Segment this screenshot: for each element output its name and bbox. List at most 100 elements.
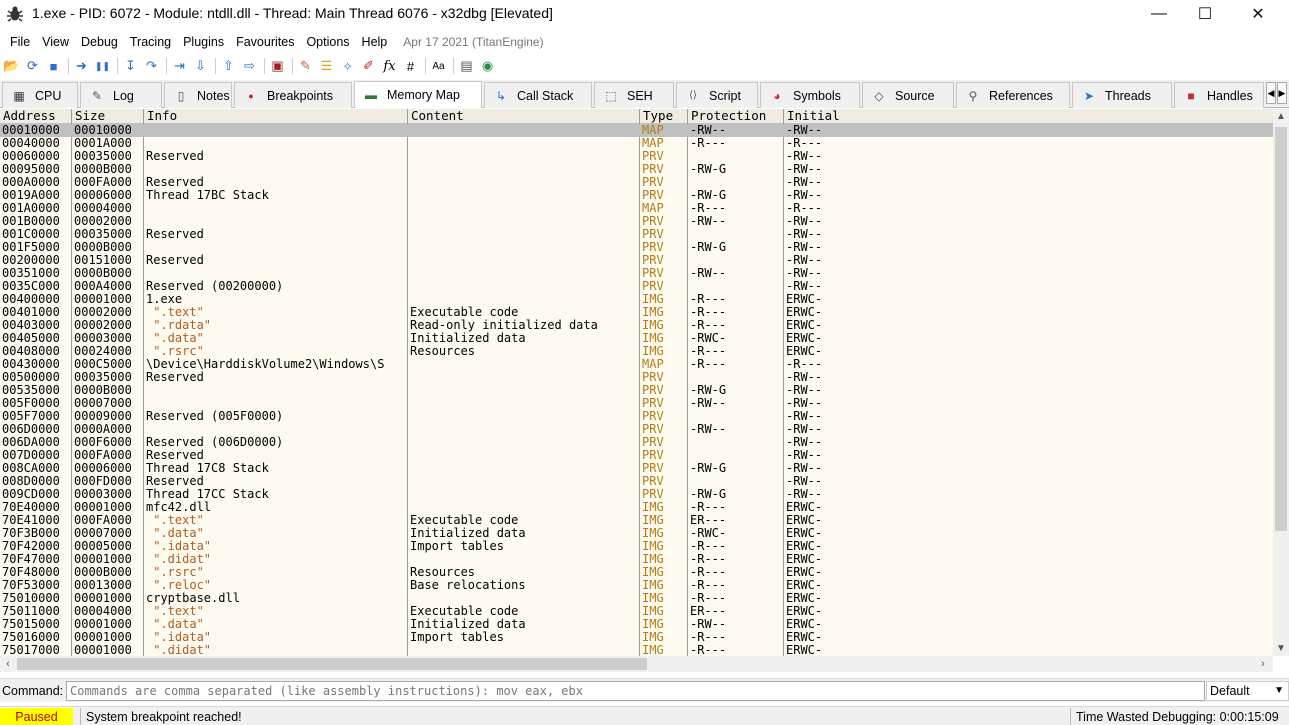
trace-into-icon[interactable]: ⇥	[170, 57, 189, 75]
command-mode-select[interactable]: Default ▼	[1206, 681, 1289, 701]
table-row[interactable]: 00400000 00001000 1.exe IMG -R--- ERWC-	[0, 293, 1273, 306]
trace-over-icon[interactable]: ⇩	[191, 57, 210, 75]
table-row[interactable]: 00405000 00003000 ".data" Initialized data…	[0, 332, 1273, 345]
vertical-scrollbar[interactable]: ▲ ▼	[1273, 109, 1289, 656]
table-row[interactable]: 75015000 00001000 ".data" Initialized data…	[0, 618, 1273, 631]
table-row[interactable]: 70F48000 0000B000 ".rsrc" Resources IMG -R--…	[0, 566, 1273, 579]
tab-threads[interactable]: ➤ Threads	[1072, 82, 1172, 108]
table-row[interactable]: 00408000 00024000 ".rsrc" Resources IMG -R--…	[0, 345, 1273, 358]
minimize-button[interactable]: —	[1136, 0, 1182, 28]
table-row[interactable]: 00095000 0000B000 PRV -RW-G -RW--	[0, 163, 1273, 176]
table-row[interactable]: 008D0000 000FD000 Reserved PRV -RW--	[0, 475, 1273, 488]
table-row[interactable]: 00040000 0001A000 MAP -R--- -R---	[0, 137, 1273, 150]
tab-cpu[interactable]: ▦ CPU	[2, 82, 78, 108]
pause-icon[interactable]: ❚❚	[93, 57, 112, 75]
calculator-icon[interactable]: ▤	[457, 57, 476, 75]
command-input[interactable]: Commands are comma separated (like assem…	[66, 681, 1205, 701]
table-row[interactable]: 70F47000 00001000 ".didat" IMG -R--- ERWC-	[0, 553, 1273, 566]
table-row[interactable]: 70F3B000 00007000 ".data" Initialized data…	[0, 527, 1273, 540]
tab-scroll-right-icon[interactable]: ▶	[1277, 82, 1287, 104]
table-row[interactable]: 00010000 00010000 MAP -RW-- -RW--	[0, 124, 1273, 137]
table-row[interactable]: 005F0000 00007000 PRV -RW-- -RW--	[0, 397, 1273, 410]
table-row[interactable]: 006DA000 000F6000 Reserved (006D0000) PRV -R…	[0, 436, 1273, 449]
table-row[interactable]: 0019A000 00006000 Thread 17BC Stack PRV -RW-…	[0, 189, 1273, 202]
scroll-up-icon[interactable]: ▲	[1273, 109, 1289, 123]
maximize-button[interactable]: ☐	[1182, 0, 1228, 28]
globe-icon[interactable]: ◉	[478, 57, 497, 75]
tab-source[interactable]: ◇ Source	[862, 82, 954, 108]
tab-breakpoints[interactable]: ● Breakpoints	[234, 82, 352, 108]
table-row[interactable]: 007D0000 000FA000 Reserved PRV -RW--	[0, 449, 1273, 462]
font-size-icon[interactable]: Aa	[429, 57, 448, 75]
table-row[interactable]: 70F42000 00005000 ".idata" Import tables IM…	[0, 540, 1273, 553]
menu-plugins[interactable]: Plugins	[177, 35, 230, 49]
tab-symbols[interactable]: ◕ Symbols	[760, 82, 860, 108]
scroll-thumb[interactable]	[17, 658, 647, 670]
column-content[interactable]: Content	[408, 109, 640, 124]
scroll-left-icon[interactable]: ‹	[0, 656, 16, 672]
table-row[interactable]: 00060000 00035000 Reserved PRV -RW--	[0, 150, 1273, 163]
table-row[interactable]: 00200000 00151000 Reserved PRV -RW--	[0, 254, 1273, 267]
run-to-user-code-icon[interactable]: ⇨	[240, 57, 259, 75]
tab-log[interactable]: ✎ Log	[80, 82, 162, 108]
table-row[interactable]: 008CA000 00006000 Thread 17C8 Stack PRV -RW-…	[0, 462, 1273, 475]
tab-seh[interactable]: ⬚ SEH	[594, 82, 674, 108]
menu-tracing[interactable]: Tracing	[124, 35, 177, 49]
patch-icon[interactable]: ✎	[296, 57, 315, 75]
table-row[interactable]: 009CD000 00003000 Thread 17CC Stack PRV -RW-…	[0, 488, 1273, 501]
table-row[interactable]: 001B0000 00002000 PRV -RW-- -RW--	[0, 215, 1273, 228]
step-into-icon[interactable]: ↧	[121, 57, 140, 75]
scroll-down-icon[interactable]: ▼	[1273, 641, 1289, 655]
table-row[interactable]: 001C0000 00035000 Reserved PRV -RW--	[0, 228, 1273, 241]
column-info[interactable]: Info	[144, 109, 408, 124]
tab-scroll-left-icon[interactable]: ◀	[1266, 82, 1276, 104]
menu-help[interactable]: Help	[356, 35, 394, 49]
column-size[interactable]: Size	[72, 109, 144, 124]
table-row[interactable]: 0035C000 000A4000 Reserved (00200000) PRV -R…	[0, 280, 1273, 293]
step-over-icon[interactable]: ↷	[142, 57, 161, 75]
table-row[interactable]: 70E41000 000FA000 ".text" Executable code I…	[0, 514, 1273, 527]
scroll-right-icon[interactable]: ›	[1255, 656, 1271, 672]
tab-memory-map[interactable]: ▬ Memory Map	[354, 81, 482, 108]
tab-notes[interactable]: ▯ Notes	[164, 82, 232, 108]
menu-view[interactable]: View	[36, 35, 75, 49]
column-initial[interactable]: Initial	[784, 109, 1273, 124]
menu-debug[interactable]: Debug	[75, 35, 124, 49]
table-row[interactable]: 000A0000 000FA000 Reserved PRV -RW--	[0, 176, 1273, 189]
comments-icon[interactable]: ☰	[317, 57, 336, 75]
table-row[interactable]: 75017000 00001000 ".didat" IMG -R--- ERWC-	[0, 644, 1273, 656]
table-row[interactable]: 00403000 00002000 ".rdata" Read-only initi…	[0, 319, 1273, 332]
bookmarks-icon[interactable]: ✐	[359, 57, 378, 75]
table-row[interactable]: 001A0000 00004000 MAP -R--- -R---	[0, 202, 1273, 215]
hash-icon[interactable]: #	[401, 57, 420, 75]
horizontal-scrollbar[interactable]: ‹ ›	[0, 656, 1273, 672]
table-row[interactable]: 00430000 000C5000 \Device\HarddiskVolume2\…	[0, 358, 1273, 371]
table-row[interactable]: 006D0000 0000A000 PRV -RW-- -RW--	[0, 423, 1273, 436]
menu-options[interactable]: Options	[300, 35, 355, 49]
table-row[interactable]: 00535000 0000B000 PRV -RW-G -RW--	[0, 384, 1273, 397]
run-icon[interactable]: ➜	[72, 57, 91, 75]
table-row[interactable]: 70F53000 00013000 ".reloc" Base relocation…	[0, 579, 1273, 592]
stop-icon[interactable]: ■	[44, 57, 63, 75]
table-row[interactable]: 75010000 00001000 cryptbase.dll IMG -R--- ERW…	[0, 592, 1273, 605]
tab-call-stack[interactable]: ↳ Call Stack	[484, 82, 592, 108]
table-row[interactable]: 005F7000 00009000 Reserved (005F0000) PRV -R…	[0, 410, 1273, 423]
column-protection[interactable]: Protection	[688, 109, 784, 124]
table-row[interactable]: 75016000 00001000 ".idata" Import tables IM…	[0, 631, 1273, 644]
restart-icon[interactable]: ⟳	[23, 57, 42, 75]
table-row[interactable]: 00351000 0000B000 PRV -RW-- -RW--	[0, 267, 1273, 280]
function-icon[interactable]: fx	[380, 57, 399, 75]
tab-handles[interactable]: ■ Handles	[1174, 82, 1264, 108]
tab-script[interactable]: ⟨⟩ Script	[676, 82, 758, 108]
open-icon[interactable]: 📂	[2, 57, 21, 75]
close-button[interactable]: ✕	[1235, 0, 1281, 28]
table-row[interactable]: 001F5000 0000B000 PRV -RW-G -RW--	[0, 241, 1273, 254]
column-type[interactable]: Type	[640, 109, 688, 124]
table-row[interactable]: 00500000 00035000 Reserved PRV -RW--	[0, 371, 1273, 384]
table-row[interactable]: 70E40000 00001000 mfc42.dll IMG -R--- ERWC-	[0, 501, 1273, 514]
menu-favourites[interactable]: Favourites	[230, 35, 300, 49]
column-address[interactable]: Address	[0, 109, 72, 124]
labels-icon[interactable]: ⟡	[338, 57, 357, 75]
table-row[interactable]: 00401000 00002000 ".text" Executable code I…	[0, 306, 1273, 319]
execute-till-return-icon[interactable]: ⇧	[219, 57, 238, 75]
